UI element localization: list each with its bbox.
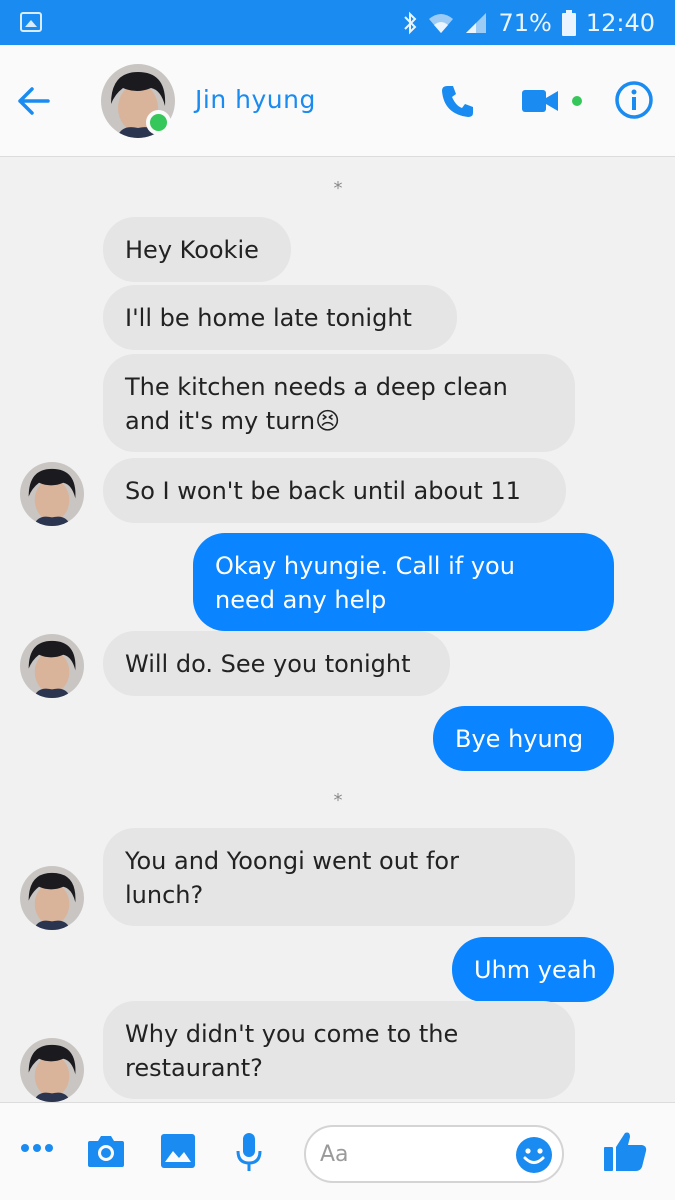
contact-avatar-small[interactable] bbox=[20, 462, 84, 526]
message-bubble-incoming[interactable]: So I won't be back until about 11 bbox=[103, 458, 566, 523]
video-available-dot bbox=[572, 96, 582, 106]
bluetooth-icon bbox=[404, 11, 417, 35]
message-composer: Aa bbox=[0, 1102, 675, 1200]
message-bubble-incoming[interactable]: You and Yoongi went out for lunch? bbox=[103, 828, 575, 926]
battery-icon bbox=[561, 10, 576, 36]
conversation-header: Jin hyung bbox=[0, 45, 675, 157]
message-bubble-incoming[interactable]: The kitchen needs a deep clean and it's … bbox=[103, 354, 575, 452]
signal-icon bbox=[466, 13, 487, 33]
camera-icon[interactable] bbox=[86, 1133, 126, 1169]
message-input-placeholder: Aa bbox=[320, 1142, 349, 1167]
status-bar: 71% 12:40 bbox=[0, 0, 675, 45]
time-divider: * bbox=[333, 790, 343, 811]
message-bubble-outgoing[interactable]: Bye hyung bbox=[433, 706, 614, 771]
message-bubble-incoming[interactable]: I'll be home late tonight bbox=[103, 285, 457, 350]
online-status-dot bbox=[146, 110, 171, 135]
message-thread[interactable]: * Hey Kookie I'll be home late tonight T… bbox=[0, 158, 675, 1102]
emoji-icon[interactable] bbox=[514, 1135, 554, 1175]
message-bubble-outgoing[interactable]: Okay hyungie. Call if you need any help bbox=[193, 533, 614, 631]
thumbs-up-icon[interactable] bbox=[602, 1129, 648, 1173]
gallery-icon[interactable] bbox=[160, 1133, 196, 1169]
wifi-icon bbox=[429, 14, 454, 33]
microphone-icon[interactable] bbox=[234, 1131, 264, 1173]
contact-avatar-small[interactable] bbox=[20, 634, 84, 698]
message-bubble-incoming[interactable]: Why didn't you come to the restaurant? bbox=[103, 1001, 575, 1099]
time-divider: * bbox=[333, 178, 343, 199]
contact-avatar-small[interactable] bbox=[20, 1038, 84, 1102]
clock: 12:40 bbox=[585, 9, 655, 37]
info-icon[interactable] bbox=[614, 80, 654, 120]
message-bubble-incoming[interactable]: Will do. See you tonight bbox=[103, 631, 450, 696]
gallery-notification-icon bbox=[20, 12, 42, 32]
contact-avatar-small[interactable] bbox=[20, 866, 84, 930]
message-input[interactable]: Aa bbox=[304, 1125, 564, 1183]
message-bubble-outgoing[interactable]: Uhm yeah bbox=[452, 937, 614, 1002]
back-arrow-icon[interactable] bbox=[14, 81, 54, 121]
message-bubble-incoming[interactable]: Hey Kookie bbox=[103, 217, 291, 282]
contact-name[interactable]: Jin hyung bbox=[195, 85, 316, 114]
more-dots-icon[interactable] bbox=[20, 1141, 54, 1155]
status-right: 71% 12:40 bbox=[402, 8, 655, 38]
battery-percent: 71% bbox=[498, 9, 552, 37]
video-camera-icon[interactable] bbox=[520, 85, 560, 117]
phone-icon[interactable] bbox=[438, 81, 478, 121]
